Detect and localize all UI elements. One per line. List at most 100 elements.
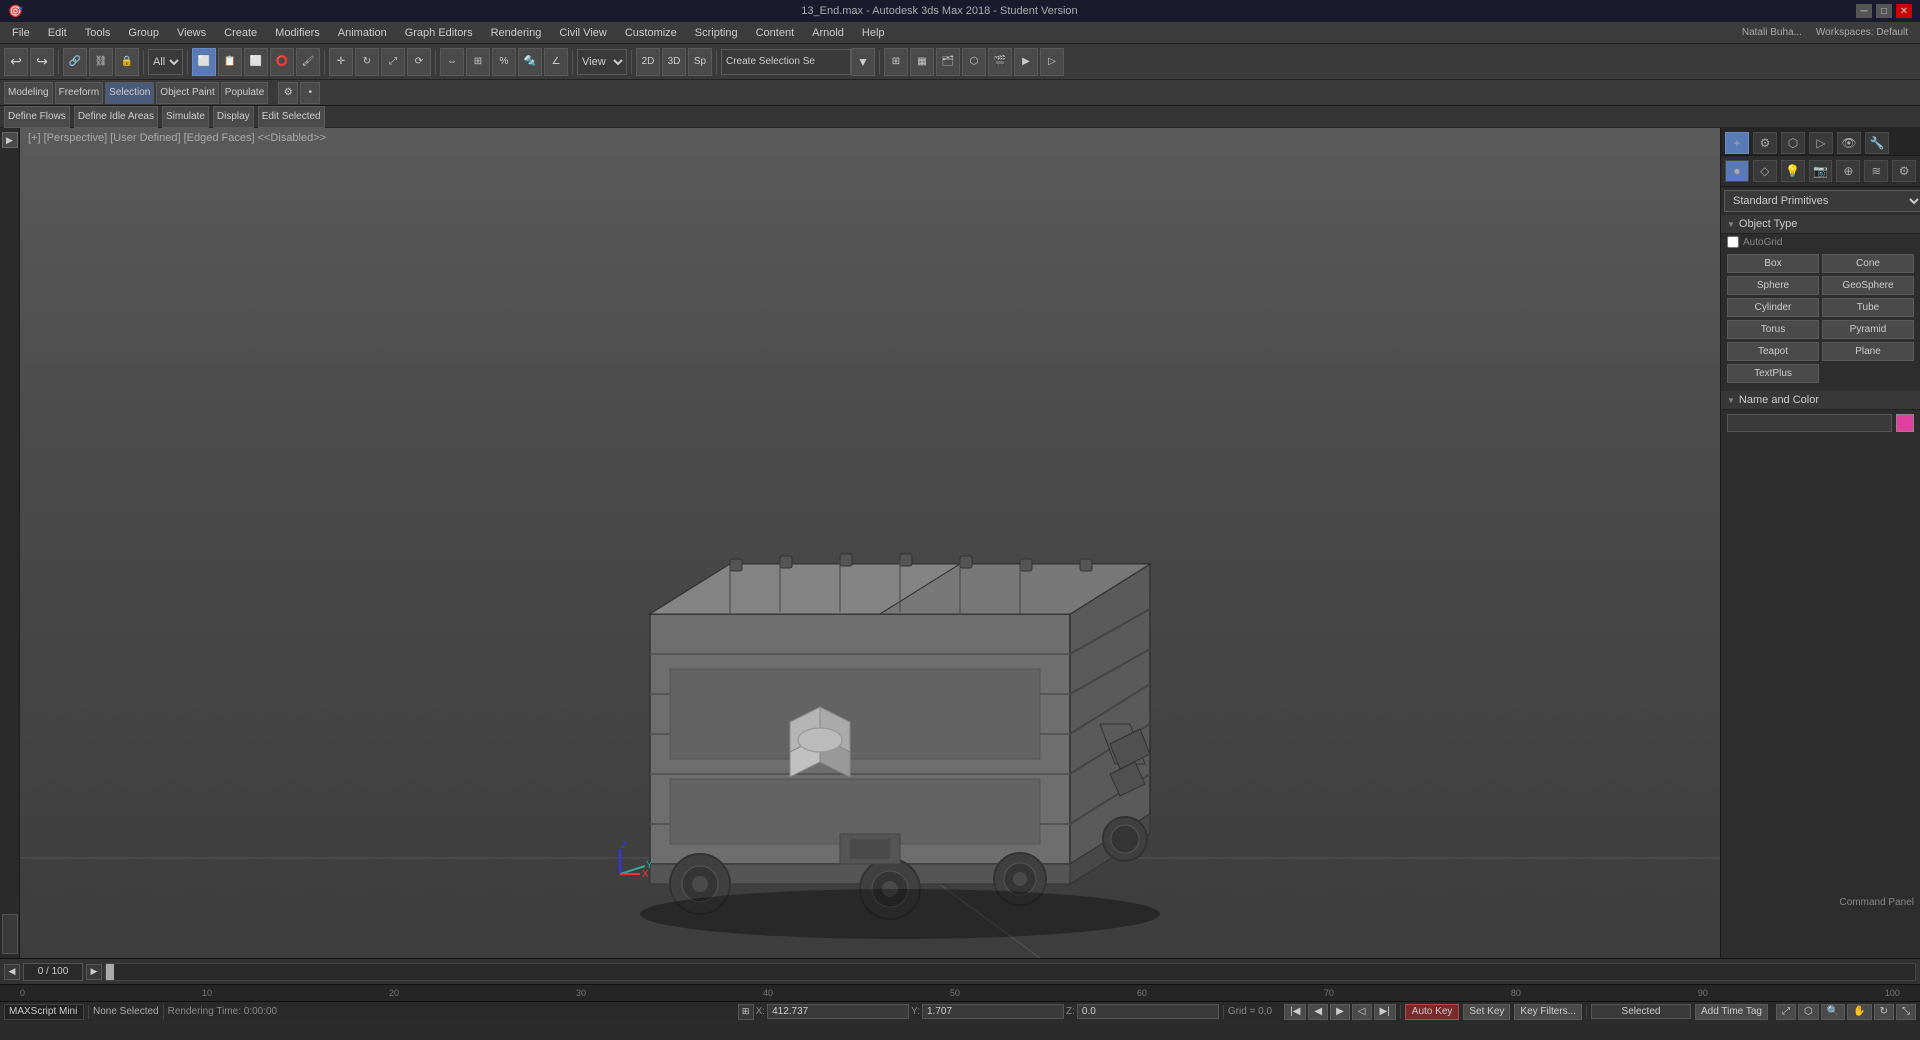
menu-help[interactable]: Help	[854, 25, 893, 41]
geometry-tab[interactable]: ●	[1725, 160, 1749, 182]
play-start-button[interactable]: |◀	[1284, 1004, 1306, 1020]
populate-dot-button[interactable]: •	[300, 82, 320, 104]
object-name-input[interactable]	[1727, 414, 1892, 432]
x-coord-input[interactable]	[767, 1004, 909, 1019]
color-swatch[interactable]	[1896, 414, 1914, 432]
name-color-header[interactable]: ▼ Name and Color	[1721, 391, 1920, 410]
set-key-button[interactable]: Set Key	[1463, 1004, 1510, 1020]
timeline-marker[interactable]	[106, 964, 114, 980]
display-panel-tab[interactable]: 👁	[1837, 132, 1861, 154]
menu-create[interactable]: Create	[216, 25, 265, 41]
zoom-region-button[interactable]: 🔍	[1821, 1004, 1845, 1020]
select-rotate-button[interactable]: ↻	[355, 48, 379, 76]
snap3d-button[interactable]: 3D	[662, 48, 686, 76]
box-button[interactable]: Box	[1727, 254, 1819, 273]
create-panel-tab[interactable]: +	[1725, 132, 1749, 154]
active-render-button[interactable]: ▷	[1040, 48, 1064, 76]
menu-tools[interactable]: Tools	[77, 25, 119, 41]
select-manipulate-button[interactable]: ⟳	[407, 48, 431, 76]
render-setup-button[interactable]: 🎬	[988, 48, 1012, 76]
edit-selected-button[interactable]: Edit Selected	[258, 106, 325, 128]
spacewarps-tab[interactable]: ≋	[1864, 160, 1888, 182]
layers-button[interactable]: ▦	[910, 48, 934, 76]
define-flows-button[interactable]: Define Flows	[4, 106, 70, 128]
orbit-button[interactable]: ↻	[1874, 1004, 1894, 1020]
define-idle-button[interactable]: Define Idle Areas	[74, 106, 158, 128]
maximize-viewport-button[interactable]: ⤡	[1896, 1004, 1916, 1020]
play-reverse-button[interactable]: ◁	[1352, 1004, 1372, 1020]
angle-snap-button[interactable]: ∠	[544, 48, 568, 76]
timeline-track[interactable]	[105, 963, 1916, 981]
viewport-type-indicator[interactable]	[2, 914, 18, 954]
undo-button[interactable]: ↩	[4, 48, 28, 76]
coord-mode-button[interactable]: ⊞	[738, 1004, 754, 1020]
menu-views[interactable]: Views	[169, 25, 214, 41]
spinner-snap-button[interactable]: Sp	[688, 48, 712, 76]
timeline-prev-button[interactable]: ◀	[4, 964, 20, 980]
menu-graph-editors[interactable]: Graph Editors	[397, 25, 481, 41]
mirror-button[interactable]: ⇔	[440, 48, 464, 76]
maxscript-mini[interactable]: MAXScript Mini	[4, 1004, 84, 1020]
link-button[interactable]: 🔗	[63, 48, 87, 76]
sphere-button[interactable]: Sphere	[1727, 276, 1819, 295]
display-button[interactable]: Display	[213, 106, 254, 128]
zoom-extents-all-button[interactable]: ⬡	[1798, 1004, 1819, 1020]
play-button[interactable]: ▶	[1330, 1004, 1350, 1020]
menu-arnold[interactable]: Arnold	[804, 25, 852, 41]
align-button[interactable]: ⊞	[466, 48, 490, 76]
maximize-button[interactable]: □	[1876, 4, 1892, 18]
select-by-name-button[interactable]: 📋	[218, 48, 242, 76]
teapot-button[interactable]: Teapot	[1727, 342, 1819, 361]
menu-civil-view[interactable]: Civil View	[551, 25, 614, 41]
timeline-frame-input[interactable]	[23, 963, 83, 981]
tab-object-paint[interactable]: Object Paint	[156, 82, 218, 104]
motion-panel-tab[interactable]: ▷	[1809, 132, 1833, 154]
y-coord-input[interactable]	[922, 1004, 1064, 1019]
selection-filter-dropdown[interactable]: All	[148, 49, 183, 75]
select-move-button[interactable]: ✛	[329, 48, 353, 76]
rect-selection-button[interactable]: ⬜	[244, 48, 268, 76]
menu-customize[interactable]: Customize	[617, 25, 685, 41]
cameras-tab[interactable]: 📷	[1809, 160, 1833, 182]
simulate-button[interactable]: Simulate	[162, 106, 209, 128]
helpers-tab[interactable]: ⊕	[1836, 160, 1860, 182]
zoom-extents-button[interactable]: ⤢	[1776, 1004, 1796, 1020]
bind-spacewarp-button[interactable]: 🔒	[115, 48, 139, 76]
key-filters-button[interactable]: Key Filters...	[1514, 1004, 1582, 1020]
geosphere-button[interactable]: GeoSphere	[1822, 276, 1914, 295]
systems-tab[interactable]: ⚙	[1892, 160, 1916, 182]
hierarchy-panel-tab[interactable]: ⬡	[1781, 132, 1805, 154]
tab-selection[interactable]: Selection	[105, 82, 154, 104]
paint-selection-button[interactable]: 🖌	[296, 48, 320, 76]
scene-explorer-button[interactable]: 🗂	[936, 48, 960, 76]
navigation-cube[interactable]	[780, 702, 860, 782]
menu-animation[interactable]: Animation	[330, 25, 395, 41]
prev-frame-button[interactable]: ◀	[1308, 1004, 1328, 1020]
pyramid-button[interactable]: Pyramid	[1822, 320, 1914, 339]
pan-button[interactable]: ✋	[1847, 1004, 1871, 1020]
lights-tab[interactable]: 💡	[1781, 160, 1805, 182]
menu-file[interactable]: File	[4, 25, 38, 41]
z-coord-input[interactable]	[1077, 1004, 1219, 1019]
menu-edit[interactable]: Edit	[40, 25, 75, 41]
snap2d-button[interactable]: 2D	[636, 48, 660, 76]
utilities-panel-tab[interactable]: 🔧	[1865, 132, 1889, 154]
menu-content[interactable]: Content	[748, 25, 803, 41]
cone-button[interactable]: Cone	[1822, 254, 1914, 273]
menu-group[interactable]: Group	[120, 25, 167, 41]
material-editor-button[interactable]: ⬡	[962, 48, 986, 76]
add-time-tag-button[interactable]: Add Time Tag	[1695, 1004, 1768, 1020]
viewport-dropdown[interactable]: View	[577, 49, 627, 75]
tab-modeling[interactable]: Modeling	[4, 82, 53, 104]
named-sel-button[interactable]: ⊞	[884, 48, 908, 76]
timeline-next-button[interactable]: ▶	[86, 964, 102, 980]
lasso-selection-button[interactable]: ⭕	[270, 48, 294, 76]
left-panel-toggle[interactable]: ▶	[2, 132, 18, 148]
object-type-header[interactable]: ▼ Object Type	[1721, 215, 1920, 234]
select-scale-button[interactable]: ⤢	[381, 48, 405, 76]
modify-panel-tab[interactable]: ⚙	[1753, 132, 1777, 154]
textplus-button[interactable]: TextPlus	[1727, 364, 1819, 383]
viewport[interactable]: [+] [Perspective] [User Defined] [Edged …	[20, 128, 1720, 958]
tab-populate[interactable]: Populate	[221, 82, 268, 104]
autogrid-checkbox[interactable]	[1727, 236, 1739, 248]
